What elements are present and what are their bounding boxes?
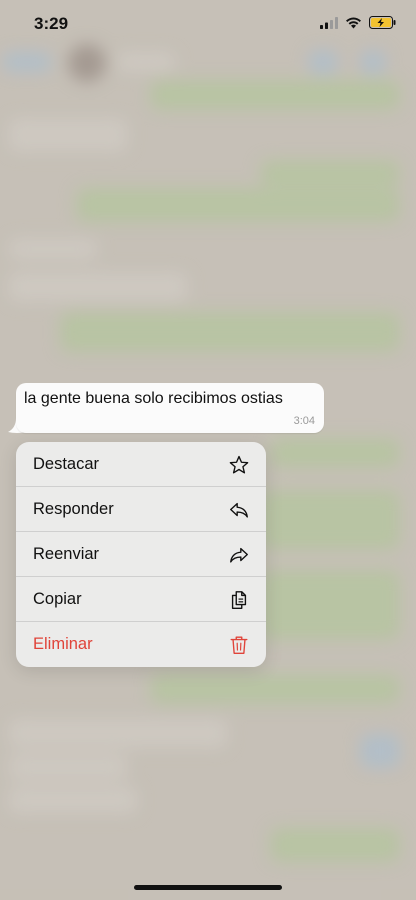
menu-item-reenviar[interactable]: Reenviar bbox=[16, 532, 266, 577]
trash-icon bbox=[230, 636, 248, 654]
message-timestamp: 3:04 bbox=[293, 415, 315, 427]
menu-item-label: Responder bbox=[33, 500, 114, 518]
message-context-menu: Destacar Responder Reenviar Copiar Elimi… bbox=[16, 442, 266, 667]
battery-charging-icon bbox=[369, 16, 396, 29]
menu-item-label: Destacar bbox=[33, 455, 100, 473]
star-icon bbox=[229, 455, 249, 474]
menu-item-eliminar[interactable]: Eliminar bbox=[16, 622, 266, 667]
menu-item-label: Eliminar bbox=[33, 635, 93, 653]
status-icons bbox=[320, 16, 396, 29]
menu-item-copiar[interactable]: Copiar bbox=[16, 577, 266, 622]
menu-item-label: Reenviar bbox=[33, 545, 100, 563]
menu-item-responder[interactable]: Responder bbox=[16, 487, 266, 532]
copy-icon bbox=[231, 591, 247, 609]
menu-item-destacar[interactable]: Destacar bbox=[16, 442, 266, 487]
message-text: la gente buena solo recibimos ostias bbox=[24, 390, 283, 407]
forward-icon bbox=[230, 547, 248, 563]
status-bar: 3:29 bbox=[0, 0, 416, 48]
reply-icon bbox=[230, 502, 248, 518]
home-indicator[interactable] bbox=[134, 885, 282, 890]
menu-item-label: Copiar bbox=[33, 590, 82, 608]
cellular-signal-icon bbox=[320, 16, 338, 29]
selected-message-bubble[interactable]: la gente buena solo recibimos ostias 3:0… bbox=[16, 383, 324, 433]
status-time: 3:29 bbox=[34, 14, 69, 33]
wifi-icon bbox=[346, 17, 361, 28]
